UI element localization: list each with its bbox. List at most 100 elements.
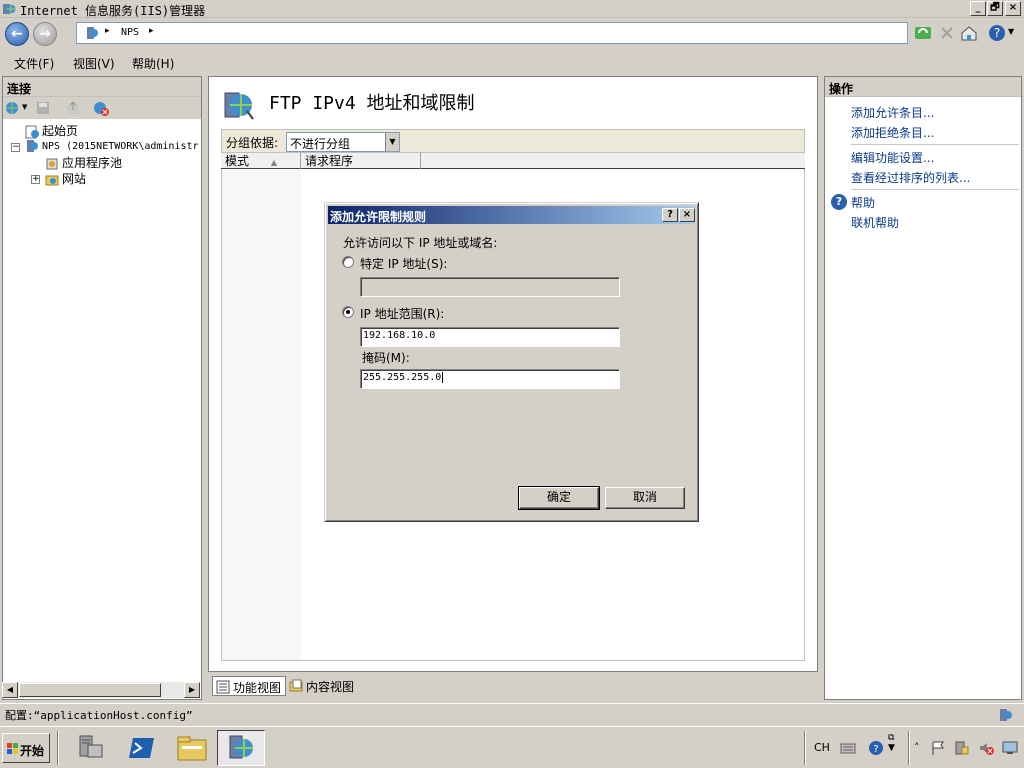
sites-folder-icon — [45, 175, 59, 185]
breadcrumb-arrow-icon[interactable]: ▸ — [105, 26, 110, 36]
column-mode[interactable]: 模式 ▲ — [221, 153, 301, 169]
status-text: 配置:“applicationHost.config” — [5, 709, 193, 722]
action-center-flag-icon[interactable] — [930, 740, 946, 756]
tray-divider — [804, 731, 806, 765]
breadcrumb-nps[interactable]: NPS — [121, 27, 139, 38]
show-hidden-icons[interactable]: ˄ — [914, 741, 920, 754]
sort-asc-icon: ▲ — [270, 158, 277, 167]
server-icon — [87, 27, 98, 39]
tab-content-view[interactable]: 内容视图 — [286, 676, 358, 696]
actions-title: 操作 — [825, 77, 1021, 97]
help-icon[interactable]: ? — [868, 740, 884, 756]
actions-panel: 操作 添加允许条目... 添加拒绝条目... 编辑功能设置... 查看经过排序的… — [824, 76, 1022, 700]
save-icon[interactable] — [35, 100, 51, 116]
tree-collapse-toggle[interactable]: − — [11, 143, 20, 152]
scroll-right-icon[interactable]: ▶ — [184, 682, 200, 698]
ip-range-radio[interactable] — [342, 306, 354, 318]
breadcrumb-arrow-icon[interactable]: ▸ — [149, 26, 154, 36]
tree-label: 网站 — [62, 172, 87, 186]
taskbar-powershell[interactable] — [118, 730, 166, 766]
mask-label: 掩码(M): — [362, 351, 410, 365]
back-button[interactable]: ← — [5, 22, 29, 46]
stop-icon[interactable] — [938, 24, 956, 42]
minimize-button[interactable]: _ — [970, 1, 986, 16]
ime-options-icon[interactable]: ⧉ ▼ — [888, 733, 895, 753]
disconnect-icon[interactable] — [93, 100, 109, 116]
menu-help[interactable]: 帮助(H) — [132, 55, 174, 72]
dialog-help-button[interactable]: ? — [662, 208, 678, 222]
column-requester[interactable]: 请求程序 — [301, 153, 421, 169]
view-tabs: 功能视图 内容视图 — [208, 674, 818, 698]
group-by-select[interactable]: 不进行分组 ▼ — [286, 132, 400, 152]
keyboard-icon[interactable] — [840, 740, 856, 756]
iis-manager-icon — [229, 735, 253, 759]
back-arrow-icon: ← — [11, 26, 23, 42]
language-indicator[interactable]: CH — [814, 741, 830, 754]
action-view-ordered-list[interactable]: 查看经过排序的列表... — [851, 169, 970, 186]
group-by-value: 不进行分组 — [290, 137, 351, 151]
action-help[interactable]: 帮助 — [851, 194, 875, 211]
action-online-help[interactable]: 联机帮助 — [851, 214, 899, 231]
taskbar: 开始 CH ? ⧉ ▼ ˄ — [0, 726, 1024, 768]
taskbar-explorer[interactable] — [168, 730, 216, 766]
system-tray: CH ? ⧉ ▼ ˄ — [804, 731, 1022, 765]
chevron-down-icon[interactable]: ▼ — [385, 133, 399, 151]
connections-title: 连接 — [3, 77, 201, 97]
taskbar-server-manager[interactable] — [66, 730, 114, 766]
volume-muted-icon[interactable] — [978, 740, 994, 756]
actions-divider — [851, 144, 1019, 145]
scroll-thumb[interactable] — [19, 683, 161, 697]
ip-restrictions-icon — [224, 92, 254, 120]
cancel-button[interactable]: 取消 — [605, 487, 685, 509]
help-icon[interactable]: ? — [988, 24, 1006, 42]
start-button[interactable]: 开始 — [2, 733, 50, 763]
text-cursor — [442, 372, 444, 383]
menu-file[interactable]: 文件(F) — [14, 55, 54, 72]
tree-item-app-pools[interactable]: 应用程序池 — [45, 155, 122, 171]
dialog-close-button[interactable]: × — [679, 208, 695, 222]
dialog-title: 添加允许限制规则 — [330, 210, 427, 224]
page-title: FTP IPv4 地址和域限制 — [269, 93, 475, 114]
connect-globe-icon[interactable] — [5, 100, 21, 116]
action-add-deny-entry[interactable]: 添加拒绝条目... — [851, 124, 934, 141]
status-bar: 配置:“applicationHost.config” — [0, 703, 1024, 725]
group-by-label: 分组依据: — [226, 136, 279, 150]
taskbar-iis-manager[interactable] — [217, 730, 265, 766]
tree-label: 应用程序池 — [62, 156, 123, 170]
network-icon[interactable] — [1002, 740, 1018, 756]
ip-range-field[interactable]: 192.168.10.0 — [360, 327, 620, 347]
mask-field[interactable]: 255.255.255.0 — [360, 369, 620, 389]
forward-button[interactable]: → — [33, 22, 57, 46]
specific-ip-label[interactable]: 特定 IP 地址(S): — [360, 255, 447, 272]
connect-dropdown-icon[interactable]: ▼ — [22, 103, 27, 111]
restore-button[interactable]: 🗗 — [987, 1, 1003, 16]
address-breadcrumb[interactable]: ▸ NPS ▸ — [76, 22, 908, 44]
tree-item-start-page[interactable]: 起始页 — [25, 123, 78, 139]
close-button[interactable]: × — [1005, 1, 1021, 16]
window-title: Internet 信息服务(IIS)管理器 — [20, 4, 206, 18]
refresh-icon[interactable] — [914, 24, 932, 42]
menu-bar: 文件(F) 视图(V) 帮助(H) — [0, 50, 1024, 74]
home-icon[interactable] — [960, 24, 978, 42]
ip-range-label[interactable]: IP 地址范围(R): — [360, 305, 444, 322]
action-edit-feature-settings[interactable]: 编辑功能设置... — [851, 149, 934, 166]
tree-item-sites[interactable]: 网站 — [45, 171, 86, 187]
up-level-icon[interactable] — [65, 100, 81, 116]
help-dropdown-icon[interactable]: ▼ — [1008, 27, 1014, 36]
actions-divider — [851, 189, 1019, 190]
tree-expand-toggle[interactable]: + — [31, 175, 40, 184]
tab-features-view[interactable]: 功能视图 — [212, 676, 287, 696]
server-tray-icon[interactable] — [954, 740, 970, 756]
specific-ip-radio[interactable] — [342, 256, 354, 268]
list-column-header: 模式 ▲ 请求程序 — [221, 153, 805, 169]
scroll-left-icon[interactable]: ◀ — [2, 682, 18, 698]
action-add-allow-entry[interactable]: 添加允许条目... — [851, 104, 934, 121]
help-icon: ? — [831, 194, 847, 210]
menu-view[interactable]: 视图(V) — [73, 55, 115, 72]
specific-ip-field[interactable] — [360, 277, 620, 297]
connections-hscrollbar[interactable]: ◀ ▶ — [2, 682, 200, 698]
server-manager-icon — [79, 735, 103, 758]
ok-button[interactable]: 确定 — [518, 486, 600, 510]
add-allow-rule-dialog: 添加允许限制规则 ? × 允许访问以下 IP 地址或域名: 特定 IP 地址(S… — [324, 202, 699, 522]
tree-item-server[interactable]: NPS (2015NETWORK\administr — [25, 139, 199, 155]
